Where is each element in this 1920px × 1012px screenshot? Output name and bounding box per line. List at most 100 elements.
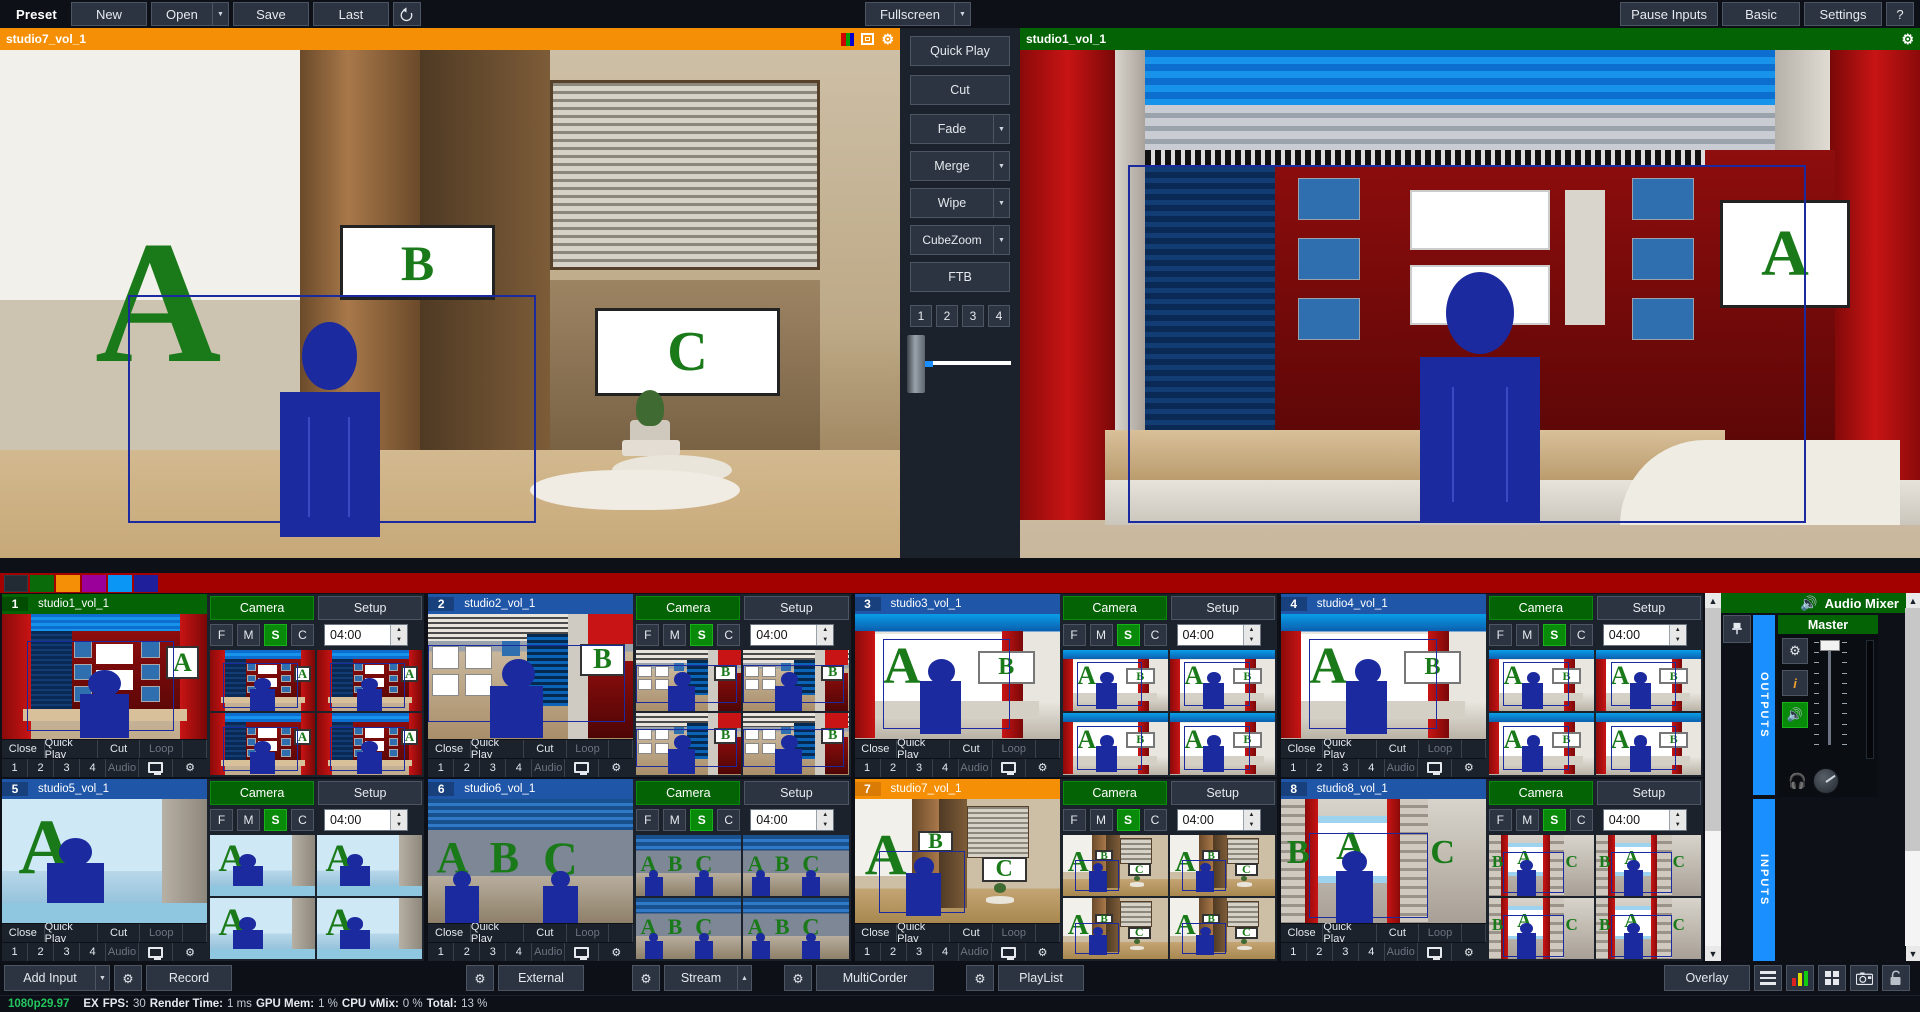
inputs-scroll-track[interactable] xyxy=(1705,608,1721,946)
input-key-m[interactable]: M xyxy=(1515,624,1539,646)
speaker-icon[interactable]: 🔊 xyxy=(1782,702,1808,728)
input-audio-button[interactable]: Audio xyxy=(532,758,566,777)
color-tag-none[interactable] xyxy=(4,574,28,592)
input-header[interactable]: 2 studio2_vol_1 xyxy=(428,594,634,614)
input-key-f[interactable]: F xyxy=(636,808,660,831)
multiview-thumb[interactable]: B A C xyxy=(1488,897,1594,959)
fade-dropdown-arrow[interactable]: ▼ xyxy=(994,114,1010,144)
input-quickplay-button[interactable]: Quick Play xyxy=(471,921,524,945)
basic-mode-button[interactable]: Basic xyxy=(1722,2,1800,26)
input-overlay-4[interactable]: 4 xyxy=(506,943,533,961)
input-overlay-1[interactable]: 1 xyxy=(2,758,28,777)
multiview-thumb[interactable]: A B xyxy=(1488,650,1594,712)
playlist-button[interactable]: PlayList xyxy=(998,965,1084,991)
input-overlay-4[interactable]: 4 xyxy=(1359,758,1385,777)
input-key-m[interactable]: M xyxy=(237,624,260,646)
spinner-up-icon[interactable]: ▲ xyxy=(391,625,407,635)
input-overlay-1[interactable]: 1 xyxy=(855,943,881,961)
fullscreen-dropdown-arrow[interactable]: ▼ xyxy=(954,2,971,26)
multiview-thumb[interactable]: B A C xyxy=(1595,897,1701,959)
multiview-thumb[interactable]: A xyxy=(317,713,423,775)
input-cut-button[interactable]: Cut xyxy=(950,739,993,758)
input-header[interactable]: 6 studio6_vol_1 xyxy=(428,778,634,799)
spinner-down-icon[interactable]: ▼ xyxy=(1244,820,1260,830)
input-duration-stepper[interactable]: 04:00 ▲ ▼ xyxy=(750,808,835,831)
input-overlay-3[interactable]: 3 xyxy=(480,943,507,961)
playlist-settings-gear-icon[interactable]: ⚙ xyxy=(966,965,994,991)
gear-icon[interactable]: ⚙ xyxy=(1026,759,1060,777)
external-button[interactable]: External xyxy=(498,965,584,991)
input-overlay-3[interactable]: 3 xyxy=(1333,758,1359,777)
monitor-icon[interactable] xyxy=(1418,943,1452,961)
input-key-f[interactable]: F xyxy=(210,624,233,646)
input-header[interactable]: 1 studio1_vol_1 xyxy=(2,594,207,614)
input-overlay-1[interactable]: 1 xyxy=(428,943,455,961)
input-duration-spinner[interactable]: ▲ ▼ xyxy=(816,625,834,645)
multiview-thumb[interactable]: A B xyxy=(1595,650,1701,712)
input-key-c[interactable]: C xyxy=(1143,624,1167,646)
spinner-up-icon[interactable]: ▲ xyxy=(1670,625,1686,635)
input-key-s[interactable]: S xyxy=(1542,624,1566,646)
quick-play-button[interactable]: Quick Play xyxy=(910,36,1010,66)
input-camera-button[interactable]: Camera xyxy=(636,780,741,805)
multiview-thumb[interactable]: A B xyxy=(1595,713,1701,775)
overlay-button[interactable]: Overlay xyxy=(1664,965,1750,991)
stream-dropdown-arrow[interactable]: ▲ xyxy=(738,965,752,991)
multiview-thumb[interactable]: A B C xyxy=(743,897,849,959)
grid-icon[interactable] xyxy=(1818,965,1846,991)
input-preview-thumbnail[interactable]: A B xyxy=(1280,614,1486,739)
mixer-scroll-thumb[interactable] xyxy=(1905,608,1920,852)
transition-number-3[interactable]: 3 xyxy=(962,305,984,327)
input-key-s[interactable]: S xyxy=(1542,808,1566,831)
multiview-thumb[interactable]: A xyxy=(317,650,423,712)
multiview-thumb[interactable]: A B C xyxy=(1169,897,1275,959)
color-tag-green[interactable] xyxy=(56,574,80,592)
program-video[interactable]: A xyxy=(1020,50,1920,558)
t-bar-fader[interactable] xyxy=(905,335,1015,395)
input-loop-button[interactable]: Loop xyxy=(567,924,610,942)
new-preset-button[interactable]: New xyxy=(70,2,147,26)
input-overlay-1[interactable]: 1 xyxy=(428,758,455,777)
input-audio-button[interactable]: Audio xyxy=(1385,943,1418,961)
headphones-icon[interactable]: 🎧 xyxy=(1788,772,1807,790)
input-duration-stepper[interactable]: 04:00 ▲ ▼ xyxy=(324,808,408,831)
input-audio-button[interactable]: Audio xyxy=(532,943,566,961)
input-camera-button[interactable]: Camera xyxy=(210,780,315,805)
input-overlay-3[interactable]: 3 xyxy=(907,758,933,777)
input-overlay-3[interactable]: 3 xyxy=(54,943,80,961)
input-overlay-4[interactable]: 4 xyxy=(80,943,106,961)
input-preview-thumbnail[interactable]: B xyxy=(428,614,634,739)
multiview-thumb[interactable]: A xyxy=(210,713,316,775)
lock-icon[interactable] xyxy=(1882,965,1910,991)
pause-inputs-button[interactable]: Pause Inputs xyxy=(1620,2,1718,26)
multicorder-button[interactable]: MultiCorder xyxy=(816,965,934,991)
input-setup-button[interactable]: Setup xyxy=(1596,780,1701,805)
inputs-scrollbar[interactable]: ▲ ▼ xyxy=(1705,593,1721,961)
input-camera-button[interactable]: Camera xyxy=(636,596,741,620)
preview-video[interactable]: B C A xyxy=(0,50,900,558)
input-cut-button[interactable]: Cut xyxy=(98,924,141,942)
input-duration-stepper[interactable]: 04:00 ▲ ▼ xyxy=(324,624,408,646)
input-preview-thumbnail[interactable]: A B C xyxy=(854,798,1060,923)
spinner-up-icon[interactable]: ▲ xyxy=(817,810,833,820)
input-key-c[interactable]: C xyxy=(717,624,741,646)
cubezoom-button[interactable]: CubeZoom xyxy=(910,225,994,255)
scroll-up-icon[interactable]: ▲ xyxy=(1705,593,1721,608)
input-header[interactable]: 8 studio8_vol_1 xyxy=(1280,778,1486,799)
input-preview-thumbnail[interactable]: A xyxy=(2,798,207,923)
input-cut-button[interactable]: Cut xyxy=(1377,739,1420,758)
input-duration-spinner[interactable]: ▲ ▼ xyxy=(390,625,407,645)
input-key-c[interactable]: C xyxy=(1569,624,1593,646)
monitor-icon[interactable] xyxy=(1418,758,1452,777)
input-header[interactable]: 4 studio4_vol_1 xyxy=(1280,594,1486,614)
save-preset-button[interactable]: Save xyxy=(232,2,309,26)
record-button[interactable]: Record xyxy=(146,965,232,991)
input-camera-button[interactable]: Camera xyxy=(1488,780,1593,805)
stream-button[interactable]: Stream xyxy=(664,965,738,991)
multiview-thumb[interactable]: B A C xyxy=(1595,834,1701,896)
input-loop-button[interactable]: Loop xyxy=(140,924,184,942)
input-overlay-2[interactable]: 2 xyxy=(881,758,907,777)
input-audio-button[interactable]: Audio xyxy=(106,943,139,961)
input-overlay-2[interactable]: 2 xyxy=(881,943,907,961)
input-overlay-2[interactable]: 2 xyxy=(1307,758,1333,777)
